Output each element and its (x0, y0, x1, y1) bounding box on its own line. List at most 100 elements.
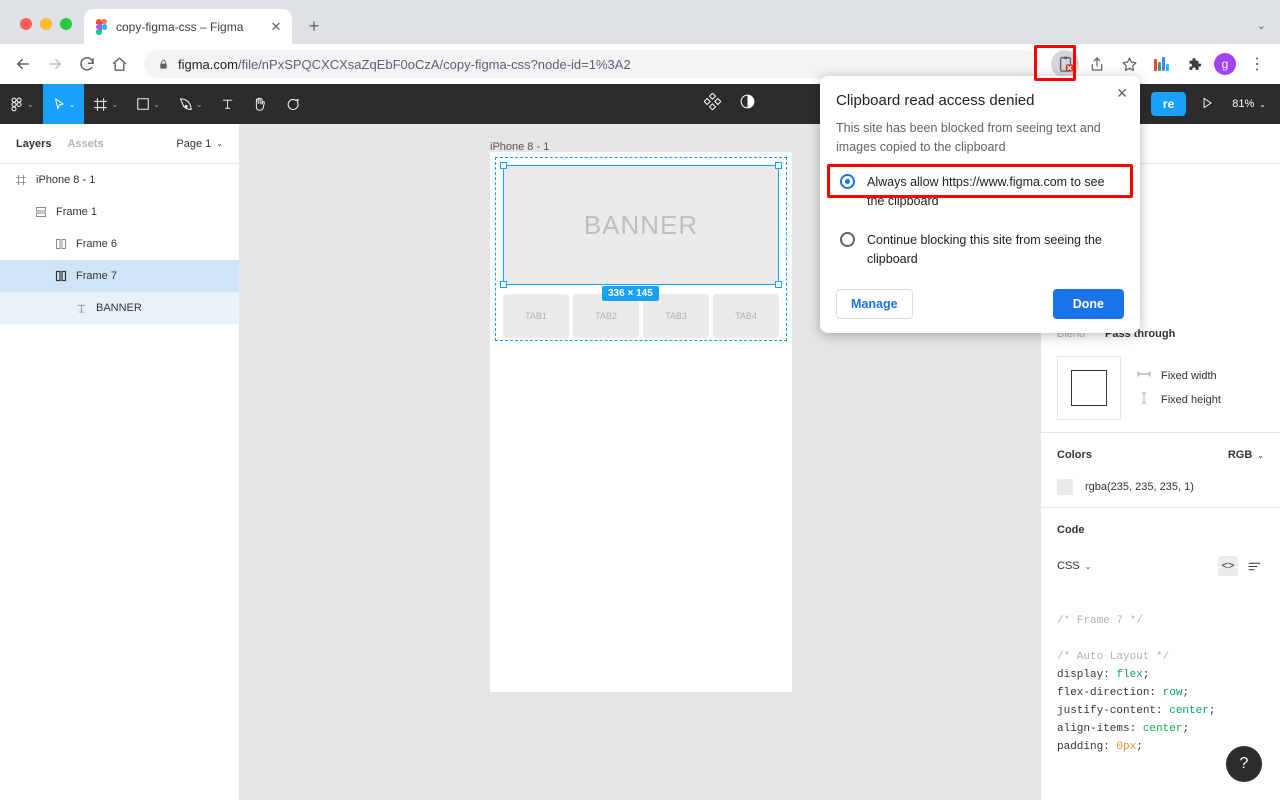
close-icon[interactable]: ✕ (1116, 86, 1128, 100)
code-language-selector[interactable]: CSS ⌄ (1057, 560, 1091, 572)
color-format-value: RGB (1227, 449, 1253, 461)
preview-rectangle (1071, 370, 1107, 406)
autolayout-horizontal-icon (54, 269, 68, 283)
maximize-window-button[interactable] (60, 18, 72, 30)
code-line-display: display: flex; (1057, 669, 1150, 681)
radio-button-block[interactable] (840, 232, 855, 247)
hand-tool[interactable] (243, 84, 276, 124)
radio-label-allow: Always allow https://www.figma.com to se… (867, 175, 1105, 208)
code-value: flex (1116, 669, 1143, 681)
zoom-control[interactable]: 81% ⌄ (1232, 98, 1280, 110)
figma-menu-icon[interactable]: ⌄ (0, 84, 43, 124)
canvas-tab-1[interactable]: TAB1 (503, 294, 569, 338)
chevron-down-icon: ⌄ (216, 139, 223, 148)
bookmark-star-icon[interactable] (1114, 49, 1144, 79)
preview-area: Fixed width Fixed height (1057, 356, 1264, 420)
layer-label: Frame 1 (56, 206, 97, 218)
browser-menu-button[interactable]: ⋮ (1242, 49, 1272, 79)
radio-option-block[interactable]: Continue blocking this site from seeing … (836, 227, 1124, 275)
layer-row-frame-6[interactable]: Frame 6 (0, 228, 239, 260)
layer-label: BANNER (96, 302, 142, 314)
back-button[interactable] (8, 49, 38, 79)
color-format-selector[interactable]: RGB ⌄ (1228, 449, 1264, 461)
page-name: Page 1 (176, 137, 212, 150)
code-value: row (1162, 687, 1183, 699)
code-prop: padding (1057, 741, 1104, 753)
puzzle-icon[interactable] (1178, 49, 1208, 79)
address-bar-url: figma.com/file/nPxSPQCXCXsaZqEbF0oCzA/co… (178, 57, 631, 72)
chevron-down-icon[interactable]: ⌄ (1257, 19, 1266, 32)
dialog-title: Clipboard read access denied (836, 92, 1035, 109)
shape-tool[interactable]: ⌄ (127, 84, 169, 124)
done-button[interactable]: Done (1052, 289, 1124, 319)
layer-row-frame-7[interactable]: Frame 7 (0, 260, 239, 292)
code-prop: flex-direction (1057, 687, 1150, 699)
radio-button-allow[interactable] (840, 174, 855, 189)
chevron-down-icon: ⌄ (1259, 99, 1266, 109)
fixed-width-icon (1137, 369, 1151, 382)
present-button[interactable] (1200, 96, 1232, 113)
canvas-tab-4[interactable]: TAB4 (713, 294, 779, 338)
page-selector[interactable]: Page 1 ⌄ (176, 138, 223, 150)
share-icon[interactable] (1082, 49, 1112, 79)
browser-tab-strip: copy-figma-css – Figma ✕ + ⌄ (0, 0, 1280, 44)
browser-tab[interactable]: copy-figma-css – Figma ✕ (84, 9, 292, 44)
lock-icon (160, 59, 167, 69)
layer-label: Frame 6 (76, 238, 117, 250)
avatar[interactable]: g (1210, 49, 1240, 79)
color-entry[interactable]: rgba(235, 235, 235, 1) (1057, 479, 1264, 495)
clipboard-blocked-icon[interactable] (1050, 49, 1080, 79)
layer-row-banner[interactable]: BANNER (0, 292, 239, 324)
clipboard-permission-dialog: ✕ Clipboard read access denied This site… (820, 76, 1140, 333)
pen-tool[interactable]: ⌄ (169, 84, 212, 124)
code-heading: Code (1057, 524, 1085, 536)
comment-tool[interactable] (276, 84, 309, 124)
code-line-align-items: align-items: center; (1057, 723, 1190, 735)
dialog-actions: Manage Done (836, 289, 1124, 319)
zoom-level-value: 81% (1232, 98, 1255, 110)
mask-icon[interactable] (739, 93, 756, 115)
code-value: center (1142, 723, 1183, 735)
layer-row-frame-1[interactable]: Frame 1 (0, 196, 239, 228)
minimize-window-button[interactable] (40, 18, 52, 30)
home-button[interactable] (104, 49, 134, 79)
new-tab-button[interactable]: + (300, 12, 328, 40)
address-bar[interactable]: figma.com/file/nPxSPQCXCXsaZqEbF0oCzA/co… (144, 50, 1040, 78)
fixed-height-row: Fixed height (1137, 392, 1221, 407)
code-comment-frame: /* Frame 7 */ (1057, 615, 1143, 627)
move-tool[interactable]: ⌄ (42, 84, 85, 124)
list-icon[interactable] (1244, 556, 1264, 576)
app-root: copy-figma-css – Figma ✕ + ⌄ figma.com/f… (0, 0, 1280, 800)
tab-assets[interactable]: Assets (67, 138, 103, 150)
fixed-width-row: Fixed width (1137, 369, 1221, 382)
tab-layers[interactable]: Layers (16, 138, 51, 150)
banner-element[interactable]: BANNER (503, 165, 779, 285)
code-view-icon[interactable]: <> (1218, 556, 1238, 576)
code-line-justify-content: justify-content: center; (1057, 705, 1216, 717)
code-comment-autolayout: /* Auto Layout */ (1057, 651, 1170, 663)
text-icon (74, 301, 88, 315)
forward-button[interactable] (40, 49, 70, 79)
help-button[interactable]: ? (1226, 746, 1262, 782)
autolayout-vertical-icon (34, 205, 48, 219)
radio-option-allow[interactable]: Always allow https://www.figma.com to se… (836, 169, 1124, 217)
layers-panel: Layers Assets Page 1 ⌄ iPhone 8 - 1 Fram… (0, 124, 240, 800)
layer-label: iPhone 8 - 1 (36, 174, 96, 186)
components-icon[interactable] (703, 92, 722, 115)
color-value: rgba(235, 235, 235, 1) (1085, 481, 1194, 493)
dialog-description: This site has been blocked from seeing t… (836, 121, 1101, 154)
code-controls: CSS ⌄ <> (1057, 556, 1264, 576)
code-language-value: CSS (1057, 560, 1080, 572)
text-tool[interactable] (212, 84, 243, 124)
close-tab-button[interactable]: ✕ (268, 19, 284, 35)
layer-row-iphone-8-1[interactable]: iPhone 8 - 1 (0, 164, 239, 196)
extension-icon[interactable] (1146, 49, 1176, 79)
code-heading-row: Code (1057, 520, 1264, 540)
manage-button[interactable]: Manage (836, 289, 913, 319)
close-window-button[interactable] (20, 18, 32, 30)
frame-tool[interactable]: ⌄ (84, 84, 127, 124)
code-prop: justify-content (1057, 705, 1157, 717)
reload-button[interactable] (72, 49, 102, 79)
share-button[interactable]: re (1150, 92, 1187, 116)
sizing-info: Fixed width Fixed height (1137, 369, 1221, 407)
